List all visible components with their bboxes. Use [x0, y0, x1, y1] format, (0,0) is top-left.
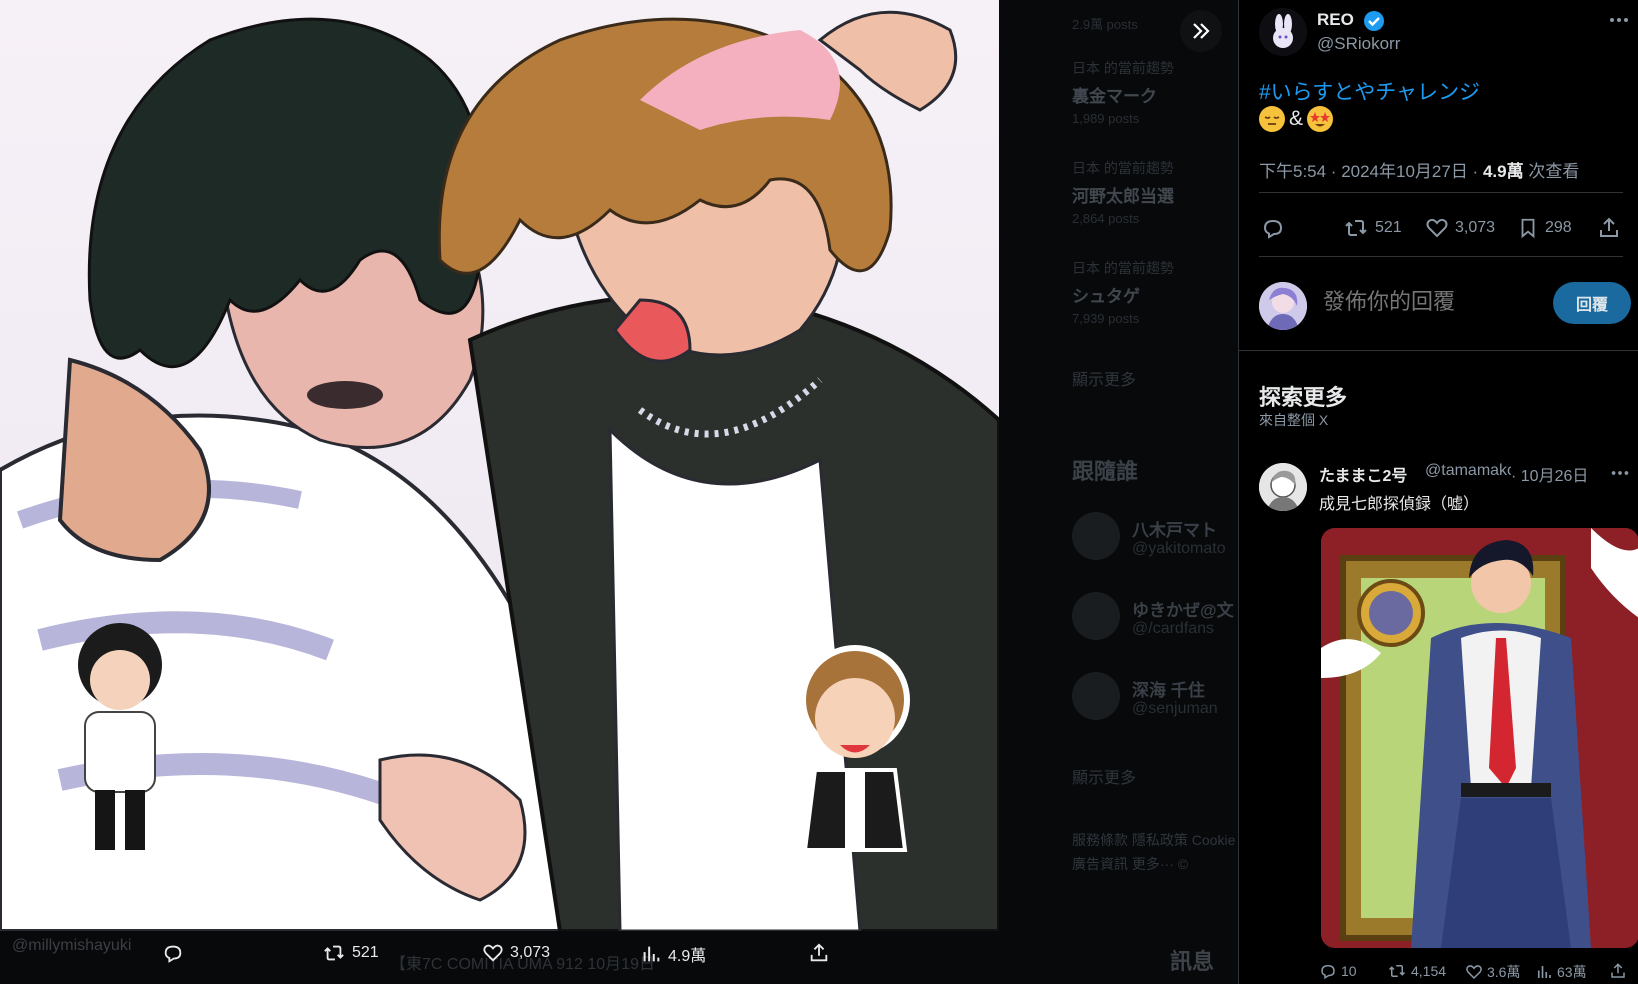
- tweet-author-handle[interactable]: @tamamako: [1425, 462, 1511, 480]
- bar-chart-icon: [1537, 966, 1551, 978]
- detective-illustration: [1321, 528, 1638, 948]
- media-like-button[interactable]: 3,073: [482, 942, 550, 964]
- author-avatar-image: [1259, 463, 1307, 511]
- explore-heading: 探索更多: [1259, 385, 1348, 410]
- follow-suggestion: ゆきかぜ@文 @/cardfans: [1072, 592, 1242, 642]
- avatar: [1072, 672, 1120, 720]
- retweet-button[interactable]: 521: [1343, 216, 1402, 240]
- tweet-like-button[interactable]: 3.6萬: [1465, 962, 1520, 982]
- reply-icon: [1321, 964, 1335, 980]
- reply-input[interactable]: [1321, 288, 1545, 316]
- trend-item: 日本 的當前趨勢 河野太郎当選 2,864 posts: [1072, 160, 1174, 226]
- more-options-icon[interactable]: [1609, 462, 1631, 484]
- bookmark-icon: [1521, 218, 1535, 239]
- verified-badge-icon: [1364, 11, 1384, 31]
- retweet-icon: [324, 945, 344, 961]
- avatar: [1072, 592, 1120, 640]
- tweet-author-avatar[interactable]: [1259, 463, 1307, 511]
- tweet-text: &: [1259, 106, 1334, 132]
- media-views-button[interactable]: 4.9萬: [640, 942, 706, 966]
- retweet-icon: [1388, 965, 1406, 977]
- follow-suggestion: 八木戸マト @yakitomato: [1072, 512, 1242, 562]
- trend-item: 日本 的當前趨勢 シュタゲ 7,939 posts: [1072, 260, 1174, 326]
- media-share-button[interactable]: [808, 942, 830, 964]
- media-reply-button[interactable]: [162, 942, 190, 964]
- rabbit-avatar-icon: [1259, 8, 1307, 56]
- tweet-media-image[interactable]: [1321, 528, 1638, 948]
- ampersand-text: &: [1289, 107, 1304, 130]
- media-retweet-button[interactable]: 521: [322, 942, 379, 964]
- show-more-link: 顯示更多: [1072, 770, 1137, 787]
- share-icon: [1611, 963, 1625, 978]
- reply-button[interactable]: [1261, 216, 1285, 240]
- divider: [1259, 256, 1623, 257]
- footer-links: 廣告資訊 更多··· ©: [1072, 856, 1189, 872]
- tweet-timestamp: 下午5:54 · 2024年10月27日 · 4.9萬 次查看: [1259, 162, 1580, 181]
- avatar: [1072, 512, 1120, 560]
- follow-suggestion: 深海 千住 @senjuman: [1072, 672, 1242, 722]
- divider: [1239, 350, 1638, 351]
- sleepy-face-emoji-icon: [1259, 106, 1285, 132]
- tweet-detail-panel: REO @SRiokorr #いらすとやチャレンジ & 下午5:54 · 202…: [1238, 0, 1638, 984]
- tweet-share-button[interactable]: [1609, 962, 1627, 980]
- heart-icon: [483, 944, 503, 962]
- heart-icon: [1466, 965, 1482, 980]
- messages-drawer-label: 訊息: [1170, 949, 1215, 974]
- share-button[interactable]: [1597, 216, 1621, 240]
- media-action-bar: 521 3,073 4.9萬: [0, 931, 999, 984]
- tweet-reply-button[interactable]: 10: [1319, 962, 1357, 980]
- media-image[interactable]: [0, 0, 999, 931]
- who-to-follow-heading: 跟隨誰: [1072, 459, 1139, 484]
- show-more-link: 顯示更多: [1072, 372, 1137, 389]
- author-avatar[interactable]: [1259, 8, 1307, 56]
- hashtag-link[interactable]: #いらすとやチャレンジ: [1259, 76, 1480, 106]
- retweet-icon: [1345, 220, 1367, 236]
- reply-submit-button[interactable]: 回覆: [1553, 282, 1631, 324]
- bookmark-button[interactable]: 298: [1517, 216, 1572, 240]
- collapse-panel-button[interactable]: [1180, 10, 1222, 52]
- like-button[interactable]: 3,073: [1425, 216, 1495, 240]
- tweet-retweet-button[interactable]: 4,154: [1387, 962, 1446, 980]
- divider: [1259, 192, 1623, 193]
- tweet-text: 成見七郎探偵録（嘘）: [1319, 496, 1480, 513]
- more-options-icon[interactable]: [1607, 8, 1631, 32]
- author-name[interactable]: REO: [1317, 10, 1354, 30]
- tweet-author-name[interactable]: たままこ2号: [1319, 462, 1407, 486]
- tweet-views-button[interactable]: 63萬: [1535, 962, 1587, 982]
- reply-icon: [164, 945, 182, 963]
- share-icon: [810, 943, 828, 962]
- tweet-date[interactable]: · 10月26日: [1511, 462, 1588, 486]
- bar-chart-icon: [643, 946, 660, 962]
- user-avatar-image: [1259, 282, 1307, 330]
- author-handle[interactable]: @SRiokorr: [1317, 34, 1400, 54]
- trend-item: 日本 的當前趨勢 裏金マーク 1,989 posts: [1072, 60, 1174, 126]
- double-chevron-right-icon: [1193, 23, 1210, 39]
- heart-icon: [1426, 218, 1448, 238]
- artwork-illustration: [0, 0, 999, 931]
- reply-icon: [1263, 219, 1283, 239]
- footer-links: 服務條款 隱私政策 Cookie: [1072, 832, 1236, 848]
- current-user-avatar[interactable]: [1259, 282, 1307, 330]
- share-icon: [1600, 217, 1618, 237]
- star-struck-emoji-icon: [1307, 106, 1334, 132]
- explore-subtitle: 來自整個 X: [1259, 412, 1329, 428]
